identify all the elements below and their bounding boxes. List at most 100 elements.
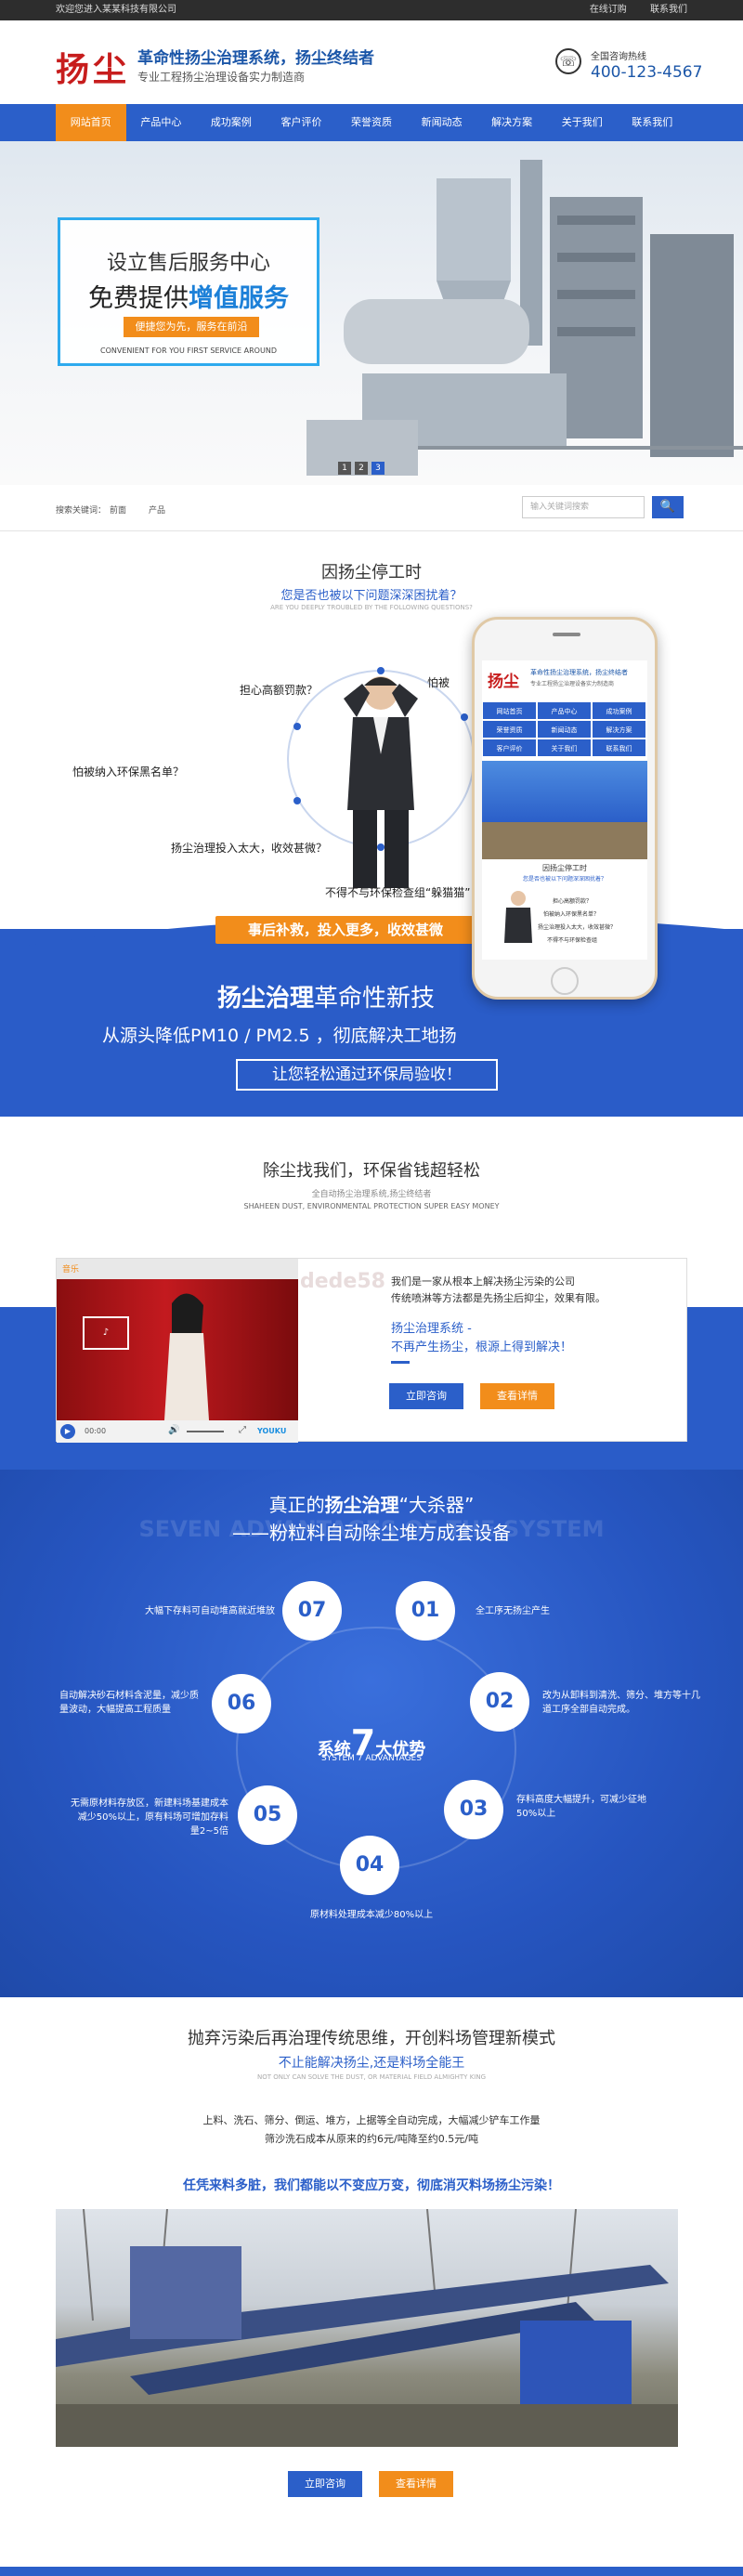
phone-q1: 担心高额罚款？	[553, 898, 593, 905]
nav-cases[interactable]: 成功案例	[196, 104, 267, 141]
advantage-06-text: 自动解决砂石材料含泥量，减少质量波动，大幅提高工程质量	[59, 1691, 199, 1715]
advantage-02-text: 改为从卸料到清洗、筛分、堆方等十几道工序全部自动完成。	[542, 1691, 700, 1715]
model-paragraph-2: 筛沙洗石成本从原来的约6元/吨降至约0.5元/吨	[265, 2133, 478, 2145]
hero-banner[interactable]: 设立售后服务中心 免费提供增值服务 便捷您为先，服务在前沿 CONVENIENT…	[0, 141, 743, 485]
search-icon: 🔍	[659, 500, 676, 514]
nav-contact[interactable]: 联系我们	[618, 104, 688, 141]
section3-en: SHAHEEN DUST, ENVIRONMENTAL PROTECTION S…	[243, 1202, 500, 1210]
intro-divider	[391, 1361, 410, 1364]
details-button-2[interactable]: 查看详情	[379, 2471, 453, 2497]
phone-camera	[553, 633, 580, 636]
phone-icon: ☏	[555, 48, 581, 74]
footer-bar	[0, 2567, 743, 2576]
advantage-07: 07	[282, 1581, 342, 1641]
nav-about[interactable]: 关于我们	[547, 104, 618, 141]
volume-slider[interactable]	[187, 1431, 224, 1432]
question-investment: 扬尘治理投入太大，收效甚微？	[171, 842, 328, 855]
phone-nav-item[interactable]: 成功案例	[592, 701, 646, 720]
advantage-05-text: 无需原材料存放区，新建料场基建成本减少50%以上，原有料场可增加存料量2~5倍	[71, 1798, 228, 1837]
order-link[interactable]: 在线订购	[590, 5, 627, 15]
model-title: 抛弃污染后再治理传统思维，开创料场管理新模式	[188, 2029, 555, 2048]
banner-page-1[interactable]: 1	[338, 462, 351, 475]
pass-inspection-button[interactable]: 让您轻松通过环保局验收！	[236, 1059, 498, 1091]
advantage-01-text: 全工序无扬尘产生	[476, 1606, 550, 1616]
intro-highlight-2: 不再产生扬尘，根源上得到解决！	[391, 1340, 573, 1354]
site-photo	[56, 2209, 678, 2447]
phone-nav-item[interactable]: 新闻动态	[537, 720, 592, 739]
search-bar: 搜索关键词： 前面 产品 输入关键词搜索 🔍	[0, 485, 743, 531]
model-highlight: 任凭来料多脏，我们都能以不变应万变，彻底消灭料场扬尘污染！	[183, 2178, 560, 2193]
question-blacklist: 怕被纳入环保黑名单？	[72, 765, 185, 778]
intro-text-2: 传统喷淋等方法都是先扬尘后抑尘，效果有限。	[391, 1292, 606, 1304]
consult-button[interactable]: 立即咨询	[389, 1383, 463, 1409]
search-keyword[interactable]: 产品	[149, 503, 165, 516]
top-bar: 欢迎您进入某某科技有限公司 在线订购 联系我们	[0, 0, 743, 20]
revolution-title: 扬尘治理革命性新技	[217, 985, 436, 1013]
nav-honors[interactable]: 荣誉资质	[336, 104, 407, 141]
fullscreen-icon[interactable]: ⤢	[239, 1425, 246, 1435]
welcome-text: 欢迎您进入某某科技有限公司	[56, 5, 176, 15]
volume-icon[interactable]: 🔊	[168, 1425, 179, 1435]
nav-solutions[interactable]: 解决方案	[476, 104, 547, 141]
video-logo: YOUKU	[257, 1427, 287, 1435]
phone-nav-item[interactable]: 网站首页	[482, 701, 537, 720]
problems-subtitle: 您是否也被以下问题深深困扰着？	[280, 589, 463, 603]
phone-q3: 扬尘治理投入太大，收效甚微？	[538, 924, 617, 931]
phone-mockup: 扬尘 革命性扬尘治理系统，扬尘终结者 专业工程扬尘治理设备实力制造商 网站首页 …	[472, 617, 658, 1000]
intro-card: 音乐 ♪ ▶ 00:00 🔊 ⤢ YOUKU dede58 我们是一家从根本上解…	[56, 1258, 687, 1443]
advantage-04-text: 原材料处理成本减少80%以上	[309, 1910, 434, 1920]
banner-page-2[interactable]: 2	[355, 462, 368, 475]
nav-news[interactable]: 新闻动态	[407, 104, 477, 141]
play-icon[interactable]: ▶	[60, 1424, 75, 1439]
hotline-number: 400-123-4567	[591, 63, 703, 82]
model-en: NOT ONLY CAN SOLVE THE DUST, OR MATERIAL…	[256, 2073, 487, 2081]
phone-q2: 怕被纳入环保黑名单？	[543, 911, 600, 918]
problems-title: 因扬尘停工时	[321, 563, 422, 582]
nav-home[interactable]: 网站首页	[56, 104, 126, 141]
problems-section: 因扬尘停工时 您是否也被以下问题深深困扰着？ ARE YOU DEEPLY TR…	[0, 531, 743, 1117]
phone-nav: 网站首页 产品中心 成功案例 荣誉资质 新闻动态 解决方案 客户评价 关于我们 …	[482, 701, 647, 757]
phone-nav-item[interactable]: 产品中心	[537, 701, 592, 720]
new-model-section: 抛弃污染后再治理传统思维，开创料场管理新模式 不止能解决扬尘,还是料场全能王 N…	[0, 1997, 743, 2576]
contact-link[interactable]: 联系我们	[650, 5, 687, 15]
phone-nav-item[interactable]: 关于我们	[537, 739, 592, 757]
phone-slogan: 革命性扬尘治理系统，扬尘终结者	[530, 669, 628, 676]
section3-subtitle: 全自动扬尘治理系统,扬尘终结者	[311, 1190, 432, 1199]
advantage-07-text: 大幅下存料可自动堆高就近堆放	[145, 1606, 275, 1616]
advantage-03: 03	[444, 1780, 503, 1839]
section3-title: 除尘找我们，环保省钱超轻松	[263, 1161, 480, 1181]
advantage-02: 02	[470, 1672, 529, 1732]
advantage-04: 04	[340, 1836, 399, 1895]
phone-nav-item[interactable]: 客户评价	[482, 739, 537, 757]
search-button[interactable]: 🔍	[652, 496, 684, 518]
phone-section-sub: 您是否也被以下问题深深困扰着？	[522, 876, 606, 883]
header-subslogan: 专业工程扬尘治理设备实力制造商	[137, 71, 306, 84]
question-fine: 担心高额罚款？	[240, 684, 319, 697]
video-controls: ▶ 00:00 🔊 ⤢ YOUKU	[57, 1420, 298, 1443]
nav-products[interactable]: 产品中心	[126, 104, 197, 141]
nav-reviews[interactable]: 客户评价	[267, 104, 337, 141]
search-input[interactable]: 输入关键词搜索	[522, 496, 645, 518]
intro-text-1: 我们是一家从根本上解决扬尘污染的公司	[391, 1275, 575, 1288]
video-frame: ♪	[57, 1279, 298, 1420]
site-logo[interactable]: 扬尘	[56, 43, 130, 91]
phone-q4: 不得不与环保检查组	[547, 937, 598, 944]
advantages-section: SEVEN ADVANTAGES OF THE SYSTEM 真正的扬尘治理“大…	[0, 1470, 743, 1997]
phone-nav-item[interactable]: 荣誉资质	[482, 720, 537, 739]
video-player[interactable]: 音乐 ♪ ▶ 00:00 🔊 ⤢ YOUKU	[57, 1259, 298, 1443]
consult-button-2[interactable]: 立即咨询	[288, 2471, 362, 2497]
advantage-03-text: 存料高度大幅提升，可减少征地50%以上	[516, 1795, 646, 1819]
phone-nav-item[interactable]: 联系我们	[592, 739, 646, 757]
video-time: 00:00	[85, 1427, 107, 1435]
header-slogan: 革命性扬尘治理系统，扬尘终结者	[137, 49, 374, 68]
search-label: 搜索关键词：	[56, 506, 107, 516]
banner-page-3[interactable]: 3	[372, 462, 385, 475]
advantage-05: 05	[238, 1785, 297, 1845]
phone-nav-item[interactable]: 解决方案	[592, 720, 646, 739]
phone-banner	[482, 761, 647, 822]
watermark: dede58	[300, 1270, 385, 1293]
search-keyword[interactable]: 前面	[110, 503, 126, 516]
video-overlay-box: ♪	[83, 1316, 129, 1350]
details-button[interactable]: 查看详情	[480, 1383, 554, 1409]
conveyor-illustration	[56, 2209, 678, 2447]
